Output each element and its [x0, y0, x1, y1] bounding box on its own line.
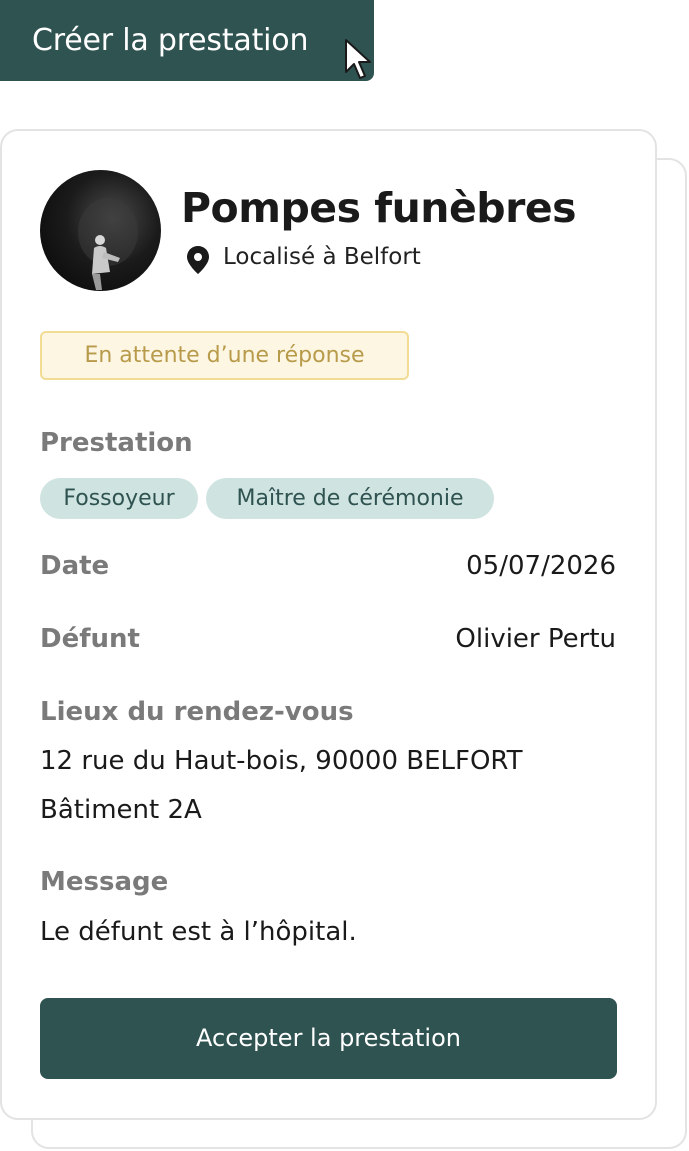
tag-fossoyeur: Fossoyeur [40, 478, 198, 519]
message-label: Message [40, 867, 169, 897]
avatar [40, 170, 161, 291]
date-value: 05/07/2026 [466, 551, 616, 581]
tag-maitre-de-ceremonie: Maître de cérémonie [206, 478, 494, 519]
accept-prestation-button[interactable]: Accepter la prestation [40, 998, 617, 1079]
message-value: Le défunt est à l’hôpital. [40, 917, 357, 947]
prestation-label: Prestation [40, 428, 193, 458]
avatar-photo [78, 198, 138, 290]
defunt-label: Défunt [40, 624, 140, 654]
defunt-value: Olivier Pertu [455, 624, 616, 654]
address-line-2: Bâtiment 2A [40, 795, 202, 825]
provider-title: Pompes funèbres [181, 184, 577, 232]
address-line-1: 12 rue du Haut-bois, 90000 BELFORT [40, 746, 523, 776]
location-text: Localisé à Belfort [223, 244, 421, 270]
mouse-pointer-icon [345, 39, 371, 79]
create-prestation-button[interactable]: Créer la prestation [0, 0, 374, 81]
lieux-label: Lieux du rendez-vous [40, 697, 354, 727]
map-pin-icon [187, 246, 209, 274]
status-badge: En attente d’une réponse [40, 331, 409, 380]
date-label: Date [40, 551, 110, 581]
